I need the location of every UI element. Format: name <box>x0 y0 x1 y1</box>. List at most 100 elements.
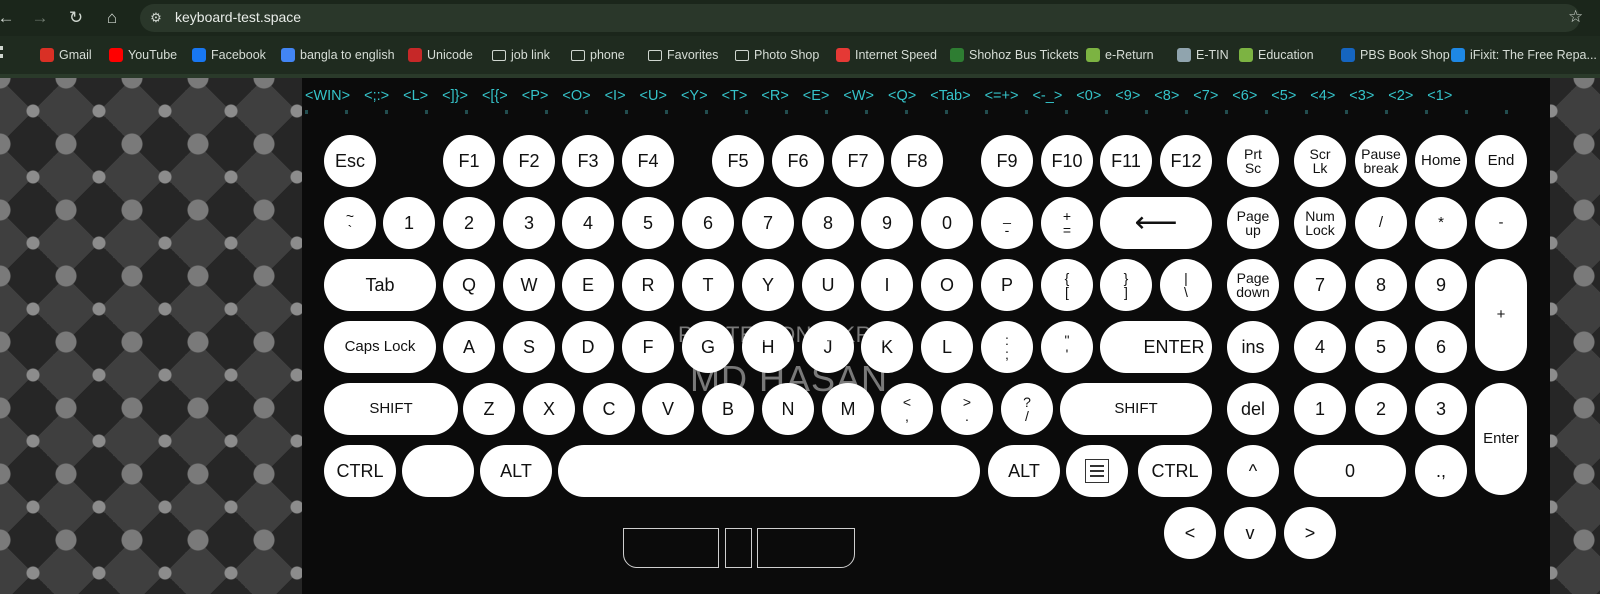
key-d5[interactable]: 5 <box>622 197 674 249</box>
key-f6[interactable]: F6 <box>772 135 824 187</box>
bookmark-1[interactable]: YouTube <box>109 46 177 64</box>
key-scrlk[interactable]: Scr Lk <box>1294 135 1346 187</box>
key-p[interactable]: P <box>981 259 1033 311</box>
key-np-add[interactable]: + <box>1475 259 1527 371</box>
back-arrow-icon[interactable]: ← <box>0 6 18 30</box>
key-lshift[interactable]: SHIFT <box>324 383 458 435</box>
key-pgdn[interactable]: Page down <box>1227 259 1279 311</box>
key-c[interactable]: C <box>583 383 635 435</box>
key-f12[interactable]: F12 <box>1160 135 1212 187</box>
key-pause[interactable]: Pause break <box>1355 135 1407 187</box>
key-j[interactable]: J <box>802 321 854 373</box>
key-esc[interactable]: Esc <box>324 135 376 187</box>
key-lwin[interactable] <box>402 445 474 497</box>
touchpad-right-button[interactable] <box>757 528 855 568</box>
key-d9[interactable]: 9 <box>861 197 913 249</box>
key-np5[interactable]: 5 <box>1355 321 1407 373</box>
key-f2[interactable]: F2 <box>503 135 555 187</box>
key-comma[interactable]: <, <box>881 383 933 435</box>
key-n[interactable]: N <box>762 383 814 435</box>
key-home[interactable]: Home <box>1415 135 1467 187</box>
key-k[interactable]: K <box>861 321 913 373</box>
omnibox[interactable] <box>140 4 1580 32</box>
key-i[interactable]: I <box>861 259 913 311</box>
forward-arrow-icon[interactable]: → <box>28 6 52 30</box>
key-g[interactable]: G <box>682 321 734 373</box>
key-u[interactable]: U <box>802 259 854 311</box>
key-o[interactable]: O <box>921 259 973 311</box>
key-d2[interactable]: 2 <box>443 197 495 249</box>
key-y[interactable]: Y <box>742 259 794 311</box>
key-z[interactable]: Z <box>463 383 515 435</box>
bookmark-11[interactable]: e-Return <box>1086 46 1154 64</box>
key-np6[interactable]: 6 <box>1415 321 1467 373</box>
bookmark-12[interactable]: E-TIN <box>1177 46 1229 64</box>
key-lalt[interactable]: ALT <box>480 445 552 497</box>
key-h[interactable]: H <box>742 321 794 373</box>
key-f4[interactable]: F4 <box>622 135 674 187</box>
key-s[interactable]: S <box>503 321 555 373</box>
bookmark-6[interactable]: phone <box>571 46 625 64</box>
key-d[interactable]: D <box>562 321 614 373</box>
bookmark-star-icon[interactable]: ☆ <box>1568 7 1583 27</box>
key-np-sub[interactable]: - <box>1475 197 1527 249</box>
key-bsl[interactable]: | \ <box>1160 259 1212 311</box>
key-m[interactable]: M <box>822 383 874 435</box>
key-np8[interactable]: 8 <box>1355 259 1407 311</box>
key-ralt[interactable]: ALT <box>988 445 1060 497</box>
key-f11[interactable]: F11 <box>1100 135 1152 187</box>
key-caps[interactable]: Caps Lock <box>324 321 436 373</box>
key-a[interactable]: A <box>443 321 495 373</box>
key-rctrl[interactable]: CTRL <box>1138 445 1212 497</box>
key-d6[interactable]: 6 <box>682 197 734 249</box>
key-d0[interactable]: 0 <box>921 197 973 249</box>
key-enter[interactable]: ENTER <box>1100 321 1212 373</box>
key-np0[interactable]: 0 <box>1294 445 1406 497</box>
key-f5[interactable]: F5 <box>712 135 764 187</box>
bookmark-5[interactable]: job link <box>492 46 550 64</box>
key-space[interactable] <box>558 445 980 497</box>
bookmark-15[interactable]: iFixit: The Free Repa... <box>1451 46 1597 64</box>
key-right[interactable]: > <box>1284 507 1336 559</box>
key-l[interactable]: L <box>921 321 973 373</box>
key-down[interactable]: v <box>1224 507 1276 559</box>
key-tab[interactable]: Tab <box>324 259 436 311</box>
bookmark-14[interactable]: PBS Book Shop <box>1341 46 1450 64</box>
key-np7[interactable]: 7 <box>1294 259 1346 311</box>
bookmark-9[interactable]: Internet Speed <box>836 46 937 64</box>
bookmark-0[interactable]: Gmail <box>40 46 92 64</box>
url-text[interactable]: keyboard-test.space <box>175 9 301 25</box>
key-plus[interactable]: + = <box>1041 197 1093 249</box>
key-w[interactable]: W <box>503 259 555 311</box>
key-d8[interactable]: 8 <box>802 197 854 249</box>
key-quote[interactable]: " ' <box>1041 321 1093 373</box>
key-d4[interactable]: 4 <box>562 197 614 249</box>
key-e[interactable]: E <box>562 259 614 311</box>
key-f[interactable]: F <box>622 321 674 373</box>
key-v[interactable]: V <box>642 383 694 435</box>
key-pgup[interactable]: Page up <box>1227 197 1279 249</box>
key-f10[interactable]: F10 <box>1041 135 1093 187</box>
touchpad-middle-button[interactable] <box>725 528 752 568</box>
key-np-enter[interactable]: Enter <box>1475 383 1527 495</box>
key-b[interactable]: B <box>702 383 754 435</box>
key-d3[interactable]: 3 <box>503 197 555 249</box>
bookmark-2[interactable]: Facebook <box>192 46 266 64</box>
reload-icon[interactable]: ↻ <box>64 6 88 30</box>
key-f1[interactable]: F1 <box>443 135 495 187</box>
key-t[interactable]: T <box>682 259 734 311</box>
key-r[interactable]: R <box>622 259 674 311</box>
key-lctrl[interactable]: CTRL <box>324 445 396 497</box>
key-tilde[interactable]: ~ ` <box>324 197 376 249</box>
key-np1[interactable]: 1 <box>1294 383 1346 435</box>
key-d1[interactable]: 1 <box>383 197 435 249</box>
bookmark-4[interactable]: Unicode <box>408 46 473 64</box>
bookmark-10[interactable]: Shohoz Bus Tickets <box>950 46 1079 64</box>
key-del[interactable]: del <box>1227 383 1279 435</box>
bookmark-3[interactable]: bangla to english <box>281 46 395 64</box>
key-f3[interactable]: F3 <box>562 135 614 187</box>
key-np2[interactable]: 2 <box>1355 383 1407 435</box>
bookmark-7[interactable]: Favorites <box>648 46 718 64</box>
key-np3[interactable]: 3 <box>1415 383 1467 435</box>
key-f7[interactable]: F7 <box>832 135 884 187</box>
